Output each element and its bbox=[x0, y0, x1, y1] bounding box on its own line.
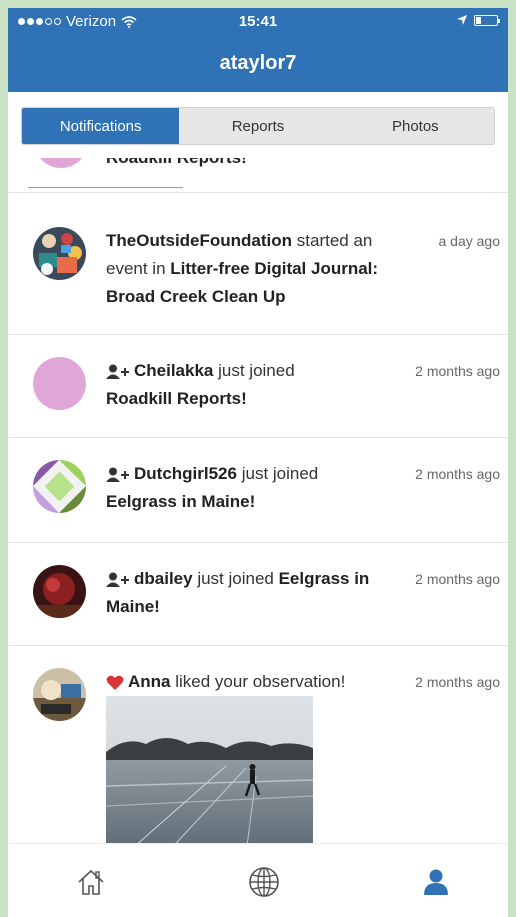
list-item[interactable]: Dutchgirl526 just joined Eelgrass in Mai… bbox=[8, 437, 508, 541]
notification-verb: just joined bbox=[192, 569, 279, 588]
timestamp: 2 months ago bbox=[415, 674, 500, 690]
app-header: Verizon 15:41 ataylor7 bbox=[8, 8, 508, 92]
bottom-nav bbox=[8, 843, 508, 917]
tab-photos[interactable]: Photos bbox=[336, 108, 494, 144]
profile-icon bbox=[424, 869, 448, 895]
tabs-container: Notifications Reports Photos bbox=[8, 92, 508, 158]
list-item[interactable]: Anna liked your observation! 2 months ag… bbox=[8, 645, 508, 843]
globe-icon bbox=[249, 867, 279, 897]
observation-photo[interactable] bbox=[106, 696, 313, 843]
list-item[interactable]: dbailey just joined Eelgrass in Maine! 2… bbox=[8, 542, 508, 644]
segmented-tabs: Notifications Reports Photos bbox=[21, 107, 495, 145]
status-bar: Verizon 15:41 bbox=[8, 8, 508, 36]
notification-verb: just joined bbox=[213, 361, 295, 380]
battery-icon bbox=[474, 14, 500, 26]
tab-reports[interactable]: Reports bbox=[179, 108, 337, 144]
app-screen: Verizon 15:41 ataylor7 Notifications Rep bbox=[8, 8, 508, 917]
project-name[interactable]: Eelgrass in Maine! bbox=[106, 492, 255, 511]
list-item[interactable]: TheOutsideFoundation started an event in… bbox=[8, 192, 508, 328]
avatar bbox=[33, 668, 86, 721]
avatar bbox=[33, 565, 86, 618]
divider bbox=[28, 187, 183, 188]
location-arrow-icon bbox=[457, 15, 467, 25]
nav-explore[interactable] bbox=[244, 862, 284, 902]
notification-text: TheOutsideFoundation started an event in… bbox=[106, 227, 406, 311]
tab-notifications[interactable]: Notifications bbox=[22, 108, 180, 144]
actor-name[interactable]: dbailey bbox=[134, 569, 193, 588]
timestamp: 2 months ago bbox=[415, 571, 500, 587]
notification-text: dbailey just joined Eelgrass in Maine! bbox=[106, 565, 396, 621]
timestamp: 2 months ago bbox=[415, 363, 500, 379]
add-user-icon bbox=[106, 572, 129, 587]
partial-list-item[interactable]: Roadkill Reports! bbox=[8, 158, 508, 192]
partial-item-text: Roadkill Reports! bbox=[106, 158, 247, 168]
notification-text: Anna liked your observation! bbox=[106, 668, 396, 696]
notification-text: Dutchgirl526 just joined Eelgrass in Mai… bbox=[106, 460, 396, 516]
notification-text: Cheilakka just joined Roadkill Reports! bbox=[106, 357, 396, 413]
home-icon bbox=[78, 869, 104, 895]
add-user-icon bbox=[106, 364, 129, 379]
actor-name[interactable]: TheOutsideFoundation bbox=[106, 231, 292, 250]
project-name[interactable]: Roadkill Reports! bbox=[106, 389, 247, 408]
actor-name[interactable]: Cheilakka bbox=[134, 361, 213, 380]
notification-verb: liked your observation! bbox=[170, 672, 346, 691]
avatar bbox=[33, 357, 86, 410]
status-right bbox=[456, 14, 500, 26]
notification-feed[interactable]: Roadkill Reports! TheOutsideFoundation s… bbox=[8, 158, 508, 843]
list-item[interactable]: Cheilakka just joined Roadkill Reports! … bbox=[8, 334, 508, 436]
actor-name[interactable]: Anna bbox=[128, 672, 171, 691]
add-user-icon bbox=[106, 467, 129, 482]
avatar bbox=[33, 460, 86, 513]
actor-name[interactable]: Dutchgirl526 bbox=[134, 464, 237, 483]
nav-profile[interactable] bbox=[416, 862, 456, 902]
timestamp: 2 months ago bbox=[415, 466, 500, 482]
notification-verb: just joined bbox=[236, 464, 319, 483]
avatar bbox=[34, 158, 88, 168]
timestamp: a day ago bbox=[438, 233, 501, 249]
nav-home[interactable] bbox=[71, 862, 111, 902]
page-title: ataylor7 bbox=[219, 52, 297, 74]
status-time: 15:41 bbox=[238, 13, 278, 30]
heart-icon bbox=[106, 675, 124, 690]
avatar bbox=[33, 227, 86, 280]
